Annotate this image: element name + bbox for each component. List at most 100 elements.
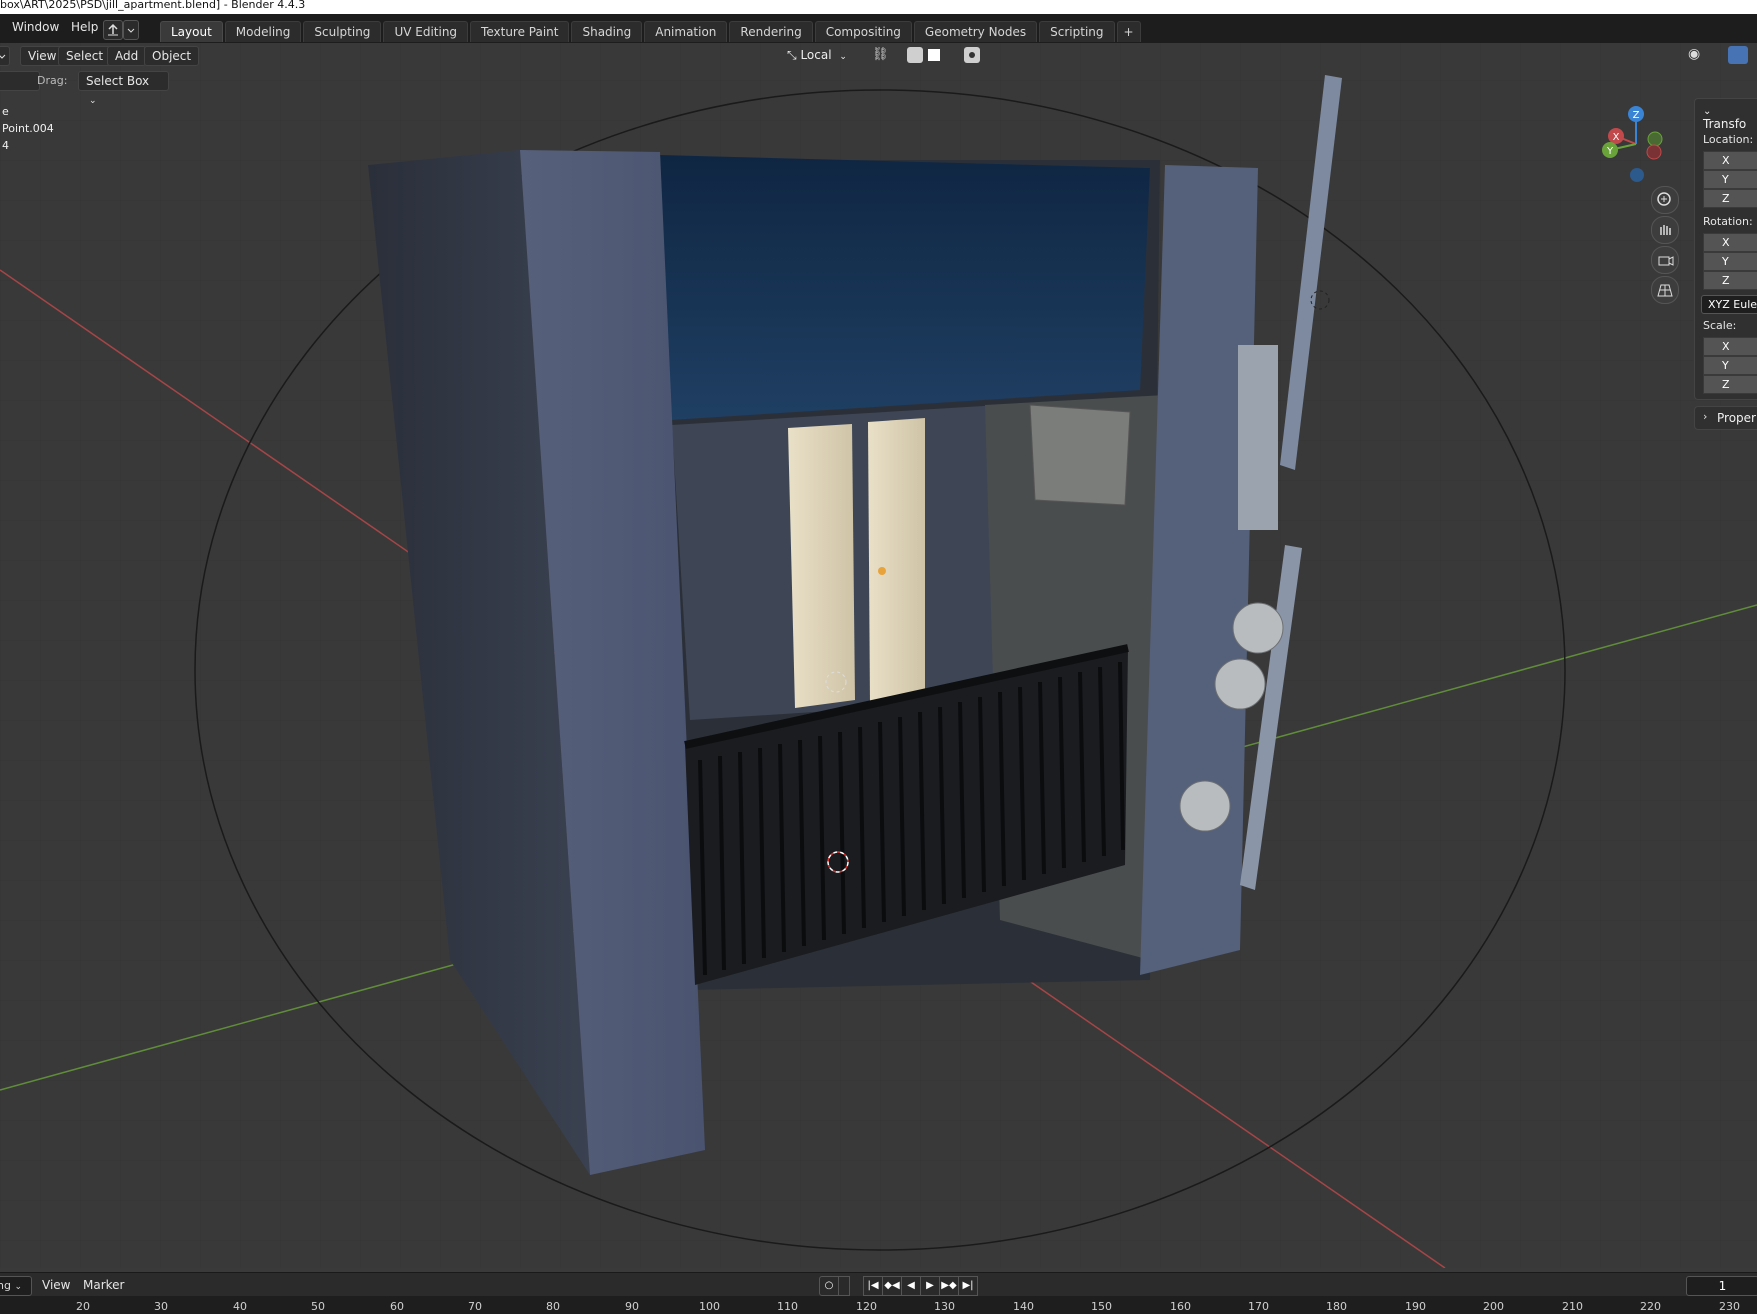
viewport-info-line-1: e bbox=[2, 105, 9, 118]
add-workspace-button[interactable]: + bbox=[1116, 21, 1141, 42]
upload-icon[interactable] bbox=[103, 20, 123, 40]
transform-orientation-dropdown[interactable]: ⤡ Local ⌄ bbox=[787, 46, 861, 64]
orientation-label: Local bbox=[800, 48, 832, 62]
ruler-tick: 40 bbox=[233, 1300, 247, 1313]
timeline-menu-marker[interactable]: Marker bbox=[83, 1278, 124, 1292]
menu-object[interactable]: Object bbox=[144, 46, 200, 66]
tab-animation[interactable]: Animation bbox=[644, 21, 728, 42]
tab-layout[interactable]: Layout bbox=[160, 21, 223, 42]
camera-view-icon[interactable] bbox=[1651, 246, 1679, 274]
tab-modeling[interactable]: Modeling bbox=[224, 21, 302, 42]
location-label: Location: bbox=[1703, 133, 1754, 146]
menu-help[interactable]: Help bbox=[71, 20, 98, 34]
scale-x-field[interactable]: X bbox=[1703, 337, 1757, 356]
gizmo-z-label: Z bbox=[1633, 110, 1640, 121]
zoom-icon[interactable] bbox=[1651, 186, 1679, 214]
scale-label: Scale: bbox=[1703, 319, 1737, 332]
navigation-gizmo[interactable]: Z X Y bbox=[1592, 100, 1672, 190]
timeline-menu-view[interactable]: View bbox=[42, 1278, 70, 1292]
ruler-tick: 90 bbox=[625, 1300, 639, 1313]
3d-viewport[interactable] bbox=[0, 43, 1757, 1268]
properties-section-header[interactable]: › Proper bbox=[1694, 406, 1757, 430]
ruler-tick: 120 bbox=[856, 1300, 877, 1313]
rotation-mode-dropdown[interactable]: XYZ Eule bbox=[1701, 295, 1757, 314]
ruler-tick: 210 bbox=[1562, 1300, 1583, 1313]
window-title-text: box\ART\2025\PSD\jill_apartment.blend] -… bbox=[0, 0, 306, 11]
editor-type-button[interactable] bbox=[0, 46, 10, 66]
keying-dropdown[interactable] bbox=[838, 1276, 850, 1296]
gizmo-toggle-icon[interactable] bbox=[1728, 46, 1748, 64]
ruler-tick: 70 bbox=[468, 1300, 482, 1313]
playback-mode-dropdown[interactable]: ng ⌄ bbox=[0, 1276, 32, 1296]
ruler-tick: 30 bbox=[154, 1300, 168, 1313]
rotation-z-field[interactable]: Z bbox=[1703, 271, 1757, 290]
viewport-info-line-2: Point.004 bbox=[2, 122, 54, 135]
ruler-tick: 100 bbox=[699, 1300, 720, 1313]
location-z-field[interactable]: Z bbox=[1703, 189, 1757, 208]
viewport-info-line-3: 4 bbox=[2, 139, 9, 152]
chevron-down-icon: ⌄ bbox=[89, 96, 97, 106]
visibility-eye-icon[interactable]: ◉ bbox=[1688, 46, 1710, 64]
chevron-down-icon[interactable] bbox=[123, 20, 139, 40]
tab-shading[interactable]: Shading bbox=[571, 21, 643, 42]
pivot-icon[interactable]: ⛓ bbox=[872, 47, 892, 65]
window-title: box\ART\2025\PSD\jill_apartment.blend] -… bbox=[0, 0, 1757, 14]
tab-texture-paint[interactable]: Texture Paint bbox=[470, 21, 570, 42]
gizmo-x-label: X bbox=[1613, 132, 1620, 143]
ruler-tick: 220 bbox=[1640, 1300, 1661, 1313]
chevron-right-icon: › bbox=[1703, 410, 1708, 423]
proportional-edit-icon[interactable] bbox=[964, 47, 980, 63]
pan-hand-icon[interactable] bbox=[1651, 216, 1679, 244]
tab-uv-editing[interactable]: UV Editing bbox=[383, 21, 469, 42]
gizmo-y-label: Y bbox=[1606, 146, 1614, 157]
drag-label: Drag: bbox=[37, 74, 68, 87]
ruler-tick: 150 bbox=[1091, 1300, 1112, 1313]
ruler-tick: 50 bbox=[311, 1300, 325, 1313]
tab-compositing[interactable]: Compositing bbox=[814, 21, 912, 42]
ruler-tick: 80 bbox=[546, 1300, 560, 1313]
ruler-tick: 110 bbox=[777, 1300, 798, 1313]
location-x-field[interactable]: X bbox=[1703, 151, 1757, 170]
tab-rendering[interactable]: Rendering bbox=[729, 21, 813, 42]
rotation-x-field[interactable]: X bbox=[1703, 233, 1757, 252]
playback-mode-label: ng bbox=[0, 1279, 11, 1292]
previous-keyframe-icon[interactable]: ◆◀ bbox=[882, 1276, 902, 1296]
menu-select[interactable]: Select bbox=[58, 46, 112, 66]
rotation-label: Rotation: bbox=[1703, 215, 1753, 228]
drag-mode-dropdown[interactable]: Select Box ⌄ bbox=[78, 71, 169, 106]
drag-mode-label: Select Box bbox=[86, 74, 150, 88]
viewport-scene bbox=[0, 43, 1757, 1268]
selected-point-light-icon[interactable] bbox=[878, 567, 886, 575]
chevron-down-icon: ⌄ bbox=[1703, 106, 1712, 117]
transform-title: Transfo bbox=[1703, 117, 1747, 131]
snap-target-icon[interactable] bbox=[928, 49, 940, 61]
chevron-down-icon: ⌄ bbox=[14, 1282, 23, 1292]
tab-geometry-nodes[interactable]: Geometry Nodes bbox=[913, 21, 1038, 42]
jump-start-icon[interactable]: |◀ bbox=[863, 1276, 883, 1296]
scale-y-field[interactable]: Y bbox=[1703, 356, 1757, 375]
snap-icon[interactable] bbox=[907, 47, 923, 63]
ruler-tick: 200 bbox=[1483, 1300, 1504, 1313]
ruler-tick: 180 bbox=[1326, 1300, 1347, 1313]
perspective-grid-icon[interactable] bbox=[1651, 276, 1679, 304]
orientation-icon: ⤡ bbox=[787, 48, 797, 62]
auto-keying-icon[interactable]: ○ bbox=[819, 1276, 839, 1296]
next-keyframe-icon[interactable]: ▶◆ bbox=[939, 1276, 959, 1296]
scale-z-field[interactable]: Z bbox=[1703, 375, 1757, 394]
play-icon[interactable]: ▶ bbox=[920, 1276, 940, 1296]
ruler-tick: 170 bbox=[1248, 1300, 1269, 1313]
tab-sculpting[interactable]: Sculpting bbox=[303, 21, 382, 42]
jump-end-icon[interactable]: ▶| bbox=[958, 1276, 978, 1296]
ruler-tick: 60 bbox=[390, 1300, 404, 1313]
tab-scripting[interactable]: Scripting bbox=[1039, 21, 1115, 42]
tool-mode-dropdown[interactable] bbox=[0, 71, 40, 91]
ruler-tick: 230 bbox=[1719, 1300, 1740, 1313]
transform-section-header[interactable]: ⌄ Transfo bbox=[1703, 103, 1757, 131]
menu-add[interactable]: Add bbox=[107, 46, 147, 66]
location-y-field[interactable]: Y bbox=[1703, 170, 1757, 189]
rotation-y-field[interactable]: Y bbox=[1703, 252, 1757, 271]
play-reverse-icon[interactable]: ◀ bbox=[901, 1276, 921, 1296]
menu-window[interactable]: Window bbox=[12, 20, 59, 34]
current-frame-field[interactable]: 1 bbox=[1686, 1276, 1757, 1296]
ruler-tick: 160 bbox=[1170, 1300, 1191, 1313]
